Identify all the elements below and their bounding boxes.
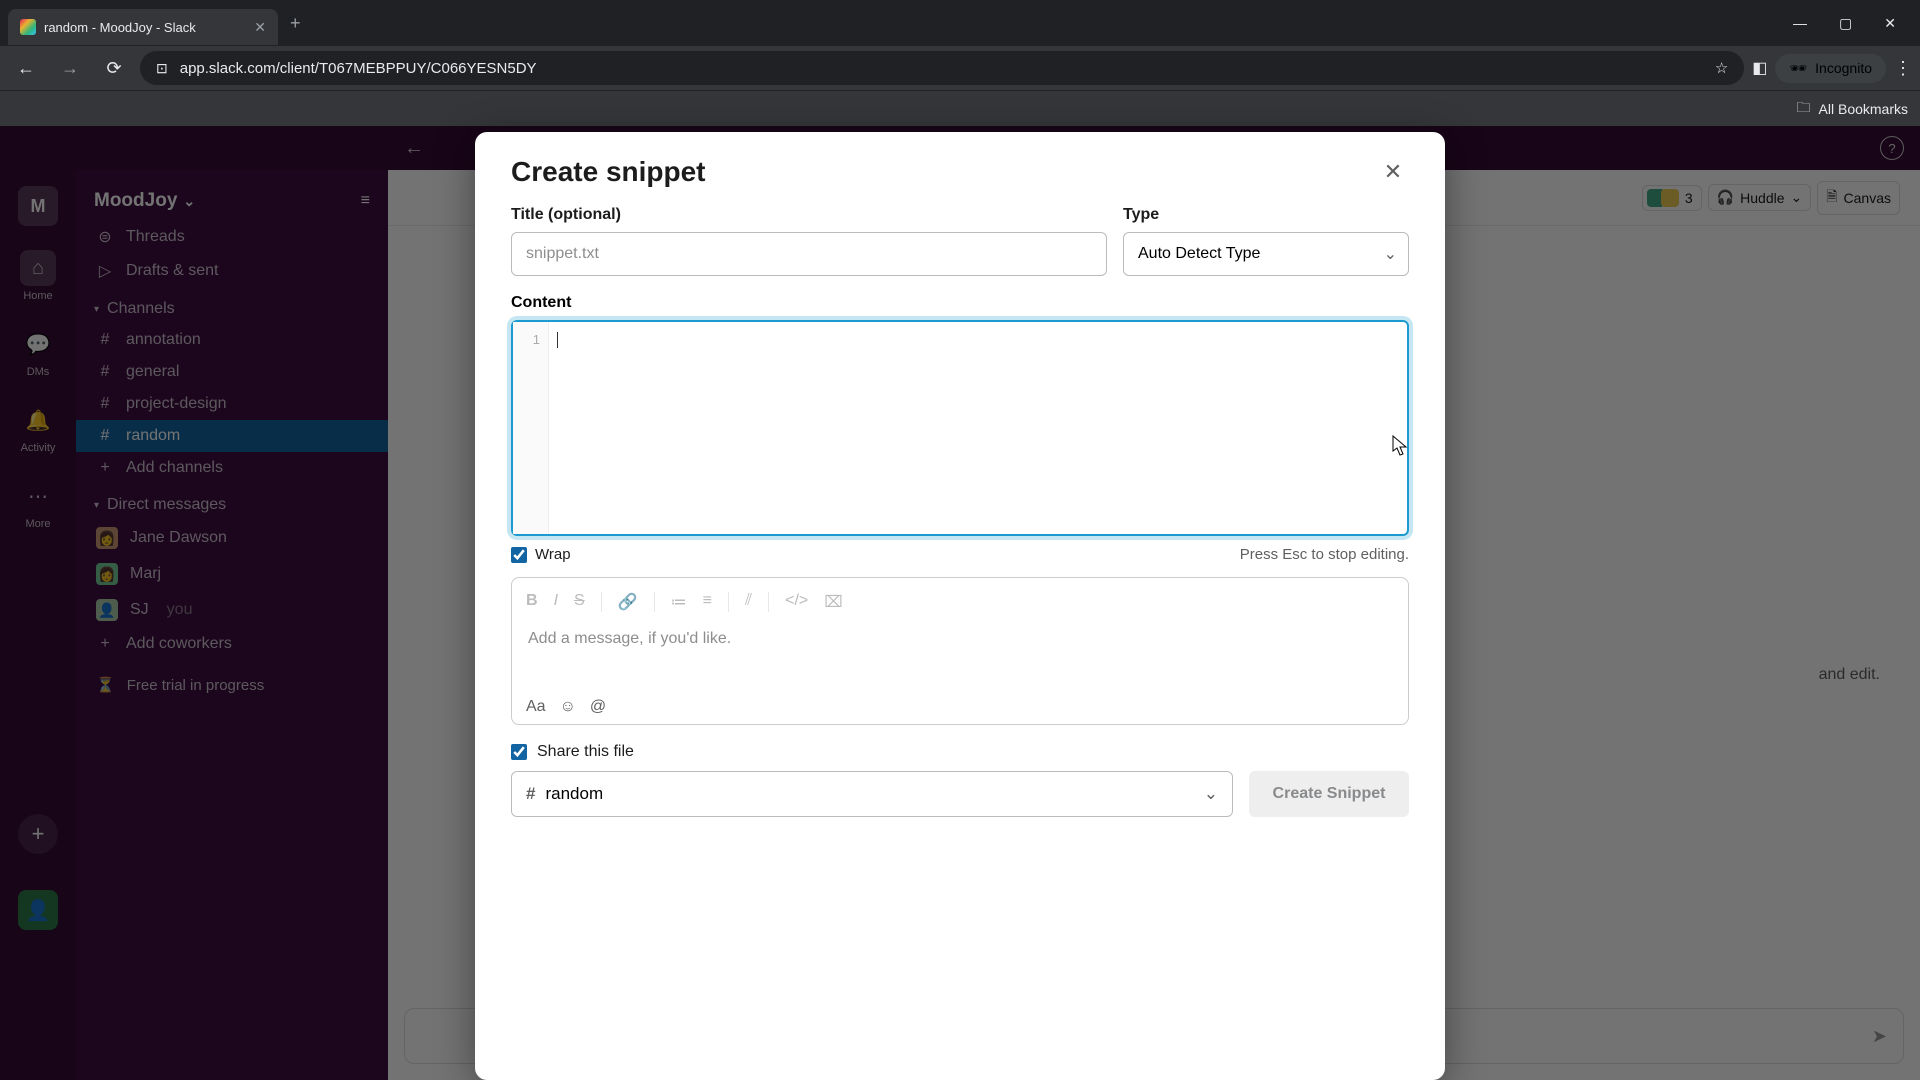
mention-icon[interactable]: @ (590, 698, 606, 716)
share-channel-select[interactable]: # random ⌄ (511, 771, 1233, 817)
chevron-down-icon: ⌄ (1204, 784, 1218, 804)
message-box: B I S 🔗 ≔ ≡ ⫽ </> ⌧ Add a message, if yo… (511, 577, 1409, 725)
incognito-icon: 🕶 (1789, 60, 1807, 77)
wrap-checkbox[interactable]: Wrap (511, 546, 571, 563)
bookmark-star-icon[interactable]: ☆ (1715, 59, 1728, 77)
all-bookmarks-button[interactable]: All Bookmarks (1819, 101, 1908, 117)
message-toolbar: B I S 🔗 ≔ ≡ ⫽ </> ⌧ (526, 588, 1394, 620)
ordered-list-icon[interactable]: ≔ (671, 592, 687, 612)
maximize-icon[interactable]: ▢ (1839, 15, 1852, 32)
create-snippet-button[interactable]: Create Snippet (1249, 771, 1409, 817)
slack-favicon (20, 19, 36, 35)
bulleted-list-icon[interactable]: ≡ (703, 592, 712, 612)
forward-button[interactable]: → (52, 50, 88, 86)
snippet-content-editor[interactable]: 1 (511, 320, 1409, 536)
site-info-icon[interactable]: ⊡ (156, 60, 168, 77)
side-panel-icon[interactable]: ◧ (1752, 58, 1767, 78)
folder-icon: 🗀 (1797, 97, 1811, 121)
italic-icon[interactable]: I (554, 592, 558, 612)
close-modal-button[interactable]: ✕ (1377, 156, 1409, 188)
message-input[interactable]: Add a message, if you'd like. (526, 620, 1394, 692)
create-snippet-modal: Create snippet ✕ Title (optional) Type ⌄… (475, 132, 1445, 1080)
content-label: Content (511, 294, 1409, 312)
bookmarks-bar: 🗀 All Bookmarks (0, 90, 1920, 126)
code-icon[interactable]: </> (785, 592, 808, 612)
text-cursor (557, 332, 558, 348)
esc-hint: Press Esc to stop editing. (1240, 546, 1409, 563)
strikethrough-icon[interactable]: S (574, 592, 585, 612)
back-button[interactable]: ← (8, 50, 44, 86)
new-tab-button[interactable]: + (290, 13, 301, 34)
formatting-icon[interactable]: Aa (526, 698, 546, 716)
bold-icon[interactable]: B (526, 592, 538, 612)
code-block-icon[interactable]: ⌧ (824, 592, 842, 612)
link-icon[interactable]: 🔗 (618, 592, 638, 612)
browser-menu-icon[interactable]: ⋮ (1894, 58, 1912, 79)
close-window-icon[interactable]: ✕ (1884, 15, 1896, 32)
url-text: app.slack.com/client/T067MEBPPUY/C066YES… (180, 60, 537, 77)
modal-backdrop: Create snippet ✕ Title (optional) Type ⌄… (0, 126, 1920, 1080)
emoji-icon[interactable]: ☺ (560, 698, 576, 716)
line-gutter: 1 (513, 322, 549, 534)
code-body[interactable] (549, 322, 1407, 534)
window-controls: — ▢ ✕ (1793, 15, 1920, 32)
title-field-label: Title (optional) (511, 206, 1107, 224)
reload-button[interactable]: ⟳ (96, 50, 132, 86)
slack-app: ← ? M ⌂ Home 💬 DMs 🔔 Activity ⋯ More + 👤 (0, 126, 1920, 1080)
mouse-cursor (1392, 435, 1408, 457)
share-file-checkbox-input[interactable] (511, 744, 527, 760)
wrap-checkbox-input[interactable] (511, 547, 527, 563)
tab-title: random - MoodJoy - Slack (44, 20, 246, 35)
browser-tab-strip: random - MoodJoy - Slack ✕ + — ▢ ✕ (0, 0, 1920, 46)
share-file-checkbox[interactable]: Share this file (511, 743, 1409, 761)
type-select[interactable] (1123, 232, 1409, 276)
close-tab-icon[interactable]: ✕ (254, 19, 266, 36)
browser-tab[interactable]: random - MoodJoy - Slack ✕ (8, 9, 278, 45)
browser-toolbar: ← → ⟳ ⊡ app.slack.com/client/T067MEBPPUY… (0, 46, 1920, 90)
address-bar[interactable]: ⊡ app.slack.com/client/T067MEBPPUY/C066Y… (140, 51, 1744, 85)
title-input[interactable] (511, 232, 1107, 276)
incognito-indicator[interactable]: 🕶 Incognito (1775, 54, 1886, 83)
modal-title: Create snippet (511, 156, 706, 188)
hash-icon: # (526, 784, 535, 804)
minimize-icon[interactable]: — (1793, 15, 1807, 32)
type-field-label: Type (1123, 206, 1409, 224)
blockquote-icon[interactable]: ⫽ (745, 592, 752, 612)
